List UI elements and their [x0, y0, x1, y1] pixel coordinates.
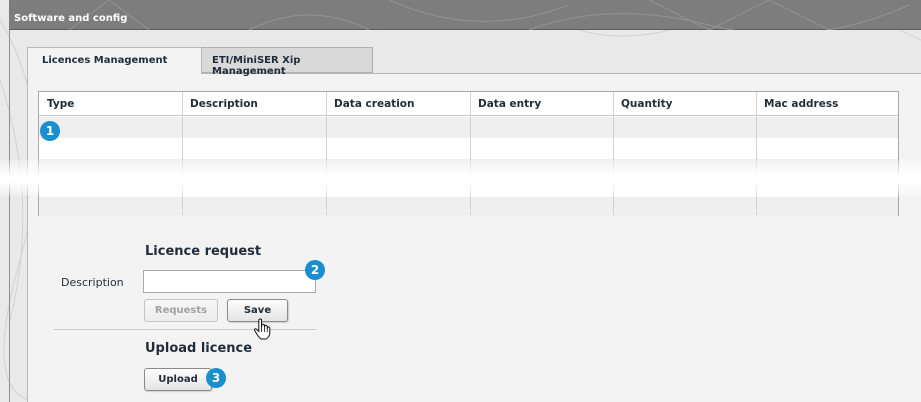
- callout-badge-1: 1: [40, 121, 60, 141]
- column-header-type[interactable]: Type: [39, 92, 182, 116]
- column-header-data-entry[interactable]: Data entry: [470, 92, 613, 116]
- licences-table: Type Description Data creation Data entr…: [38, 91, 899, 216]
- callout-badge-2: 2: [305, 260, 325, 280]
- column-header-description[interactable]: Description: [182, 92, 326, 116]
- column-header-quantity[interactable]: Quantity: [613, 92, 756, 116]
- window-title: Software and config: [14, 13, 128, 24]
- licence-request-title: Licence request: [145, 244, 262, 259]
- column-header-data-creation[interactable]: Data creation: [326, 92, 470, 116]
- tab-eti-miniser-xip-management[interactable]: ETI/MiniSER Xip Management: [201, 47, 373, 77]
- table-header: Type Description Data creation Data entr…: [39, 92, 898, 116]
- description-input[interactable]: [143, 270, 316, 293]
- fade-band: [0, 160, 921, 196]
- tab-licences-management[interactable]: Licences Management: [27, 47, 202, 74]
- column-divider: [756, 92, 757, 215]
- upload-licence-title: Upload licence: [145, 341, 253, 356]
- column-divider: [326, 92, 327, 215]
- table-row[interactable]: [39, 117, 898, 138]
- hand-cursor-icon: [253, 318, 271, 340]
- upload-button[interactable]: Upload: [144, 368, 212, 391]
- title-bar-pattern: [68, 0, 910, 30]
- description-label: Description: [61, 276, 124, 289]
- table-row[interactable]: [39, 197, 898, 216]
- column-divider: [470, 92, 471, 215]
- callout-badge-3: 3: [206, 368, 226, 388]
- tab-label: Licences Management: [42, 55, 168, 66]
- section-divider: [54, 329, 316, 330]
- column-divider: [182, 92, 183, 215]
- column-header-mac-address[interactable]: Mac address: [756, 92, 898, 116]
- requests-button[interactable]: Requests: [144, 299, 218, 322]
- column-divider: [613, 92, 614, 215]
- tab-label: ETI/MiniSER Xip Management: [212, 55, 301, 77]
- window-title-bar: Software and config: [9, 0, 921, 30]
